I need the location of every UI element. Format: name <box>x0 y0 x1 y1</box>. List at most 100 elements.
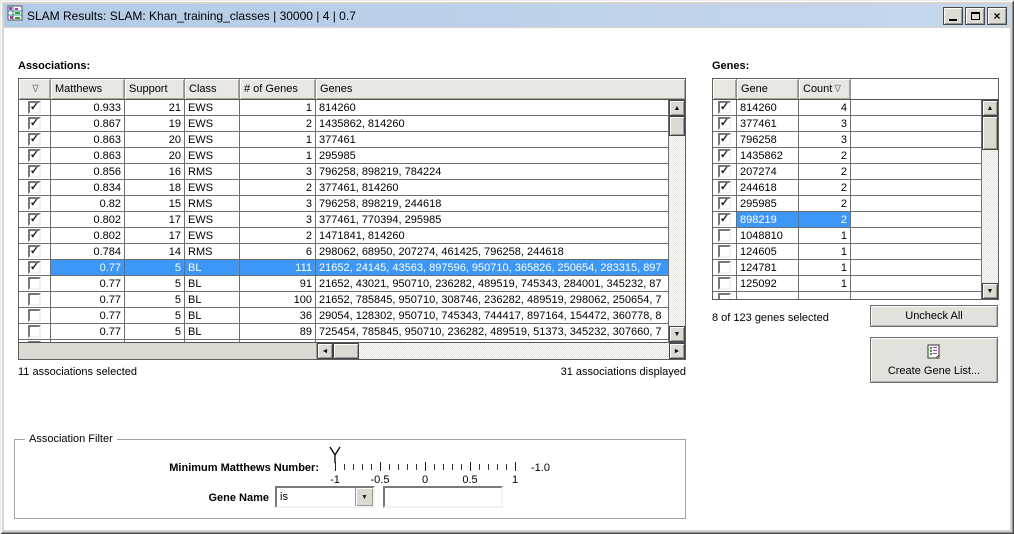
row-select-cell[interactable]: ✓ <box>19 132 51 147</box>
association-row[interactable]: 0.77 5 BL 91 21652, 43021, 950710, 236282, 4… <box>19 276 668 292</box>
row-select-cell[interactable] <box>713 260 737 275</box>
association-row[interactable]: 0.77 5 BL 36 29054, 128302, 950710, 745343, … <box>19 308 668 324</box>
create-gene-list-button[interactable]: Create Gene List... <box>870 337 998 383</box>
row-checkbox[interactable]: ✓ <box>718 133 731 146</box>
association-row[interactable]: ✓ 0.933 21 EWS 1 814260 <box>19 100 668 116</box>
row-checkbox[interactable] <box>718 229 731 242</box>
row-checkbox[interactable]: ✓ <box>28 149 41 162</box>
matthews-column-header[interactable]: Matthews <box>51 79 125 99</box>
row-checkbox[interactable]: ✓ <box>28 229 41 242</box>
row-checkbox[interactable] <box>718 277 731 290</box>
row-checkbox[interactable]: ✓ <box>28 261 41 274</box>
row-checkbox[interactable]: ✓ <box>718 149 731 162</box>
title-bar[interactable]: SLAM Results: SLAM: Khan_training_classe… <box>4 4 1010 27</box>
association-row[interactable]: ✓ 0.863 20 EWS 1 295985 <box>19 148 668 164</box>
row-select-cell[interactable]: ✓ <box>19 260 51 275</box>
row-checkbox[interactable]: ✓ <box>28 197 41 210</box>
genes-column-header[interactable]: Genes <box>316 79 685 99</box>
row-checkbox[interactable] <box>28 309 41 322</box>
row-checkbox[interactable]: ✓ <box>718 165 731 178</box>
gene-row[interactable]: ✓ 814260 4 <box>713 100 981 116</box>
row-checkbox[interactable]: ✓ <box>28 245 41 258</box>
row-checkbox[interactable] <box>718 293 731 299</box>
row-checkbox[interactable]: ✓ <box>28 133 41 146</box>
associations-vscroll-track[interactable] <box>669 136 685 326</box>
scroll-down-button[interactable]: ▼ <box>669 326 685 342</box>
row-select-cell[interactable] <box>19 292 51 307</box>
row-select-cell[interactable]: ✓ <box>19 180 51 195</box>
gene-row[interactable]: 125092 1 <box>713 276 981 292</box>
row-checkbox[interactable]: ✓ <box>28 181 41 194</box>
support-column-header[interactable]: Support <box>125 79 185 99</box>
count-column-header[interactable]: Count ∇ <box>799 79 851 99</box>
row-checkbox[interactable]: ✓ <box>718 181 731 194</box>
gene-row[interactable]: 1048810 1 <box>713 228 981 244</box>
row-select-cell[interactable]: ✓ <box>19 100 51 115</box>
row-select-cell[interactable]: ✓ <box>19 164 51 179</box>
row-checkbox[interactable] <box>28 277 41 290</box>
gene-row[interactable]: ✓ 796258 3 <box>713 132 981 148</box>
row-checkbox[interactable]: ✓ <box>28 213 41 226</box>
gene-row[interactable]: 124781 1 <box>713 260 981 276</box>
association-row[interactable]: ✓ 0.856 16 RMS 3 796258, 898219, 784224 <box>19 164 668 180</box>
row-select-cell[interactable]: ✓ <box>19 212 51 227</box>
row-checkbox[interactable]: ✓ <box>28 165 41 178</box>
row-select-cell[interactable] <box>713 276 737 291</box>
association-row[interactable]: ✓ 0.82 15 RMS 3 796258, 898219, 244618 <box>19 196 668 212</box>
association-row[interactable]: ✓ 0.77 5 BL 111 21652, 24145, 43563, 897596, … <box>19 260 668 276</box>
row-select-cell[interactable]: ✓ <box>19 196 51 211</box>
uncheck-all-button[interactable]: Uncheck All <box>870 305 998 327</box>
row-select-cell[interactable]: ✓ <box>713 148 737 163</box>
row-select-cell[interactable] <box>19 308 51 323</box>
gene-row[interactable]: ✓ 1435862 2 <box>713 148 981 164</box>
gene-row[interactable]: ✓ 244618 2 <box>713 180 981 196</box>
row-checkbox[interactable]: ✓ <box>718 213 731 226</box>
row-checkbox[interactable]: ✓ <box>718 197 731 210</box>
genes-vertical-scrollbar[interactable]: ▲ ▼ <box>981 100 998 299</box>
gene-row[interactable]: 124605 1 <box>713 244 981 260</box>
row-select-cell[interactable]: ✓ <box>713 116 737 131</box>
gene-row[interactable]: ✓ 377461 3 <box>713 116 981 132</box>
gene-row[interactable]: ✓ 207274 2 <box>713 164 981 180</box>
association-row[interactable]: ✓ 0.784 14 RMS 6 298062, 68950, 207274, 46142… <box>19 244 668 260</box>
association-row[interactable]: ✓ 0.802 17 EWS 3 377461, 770394, 295985 <box>19 212 668 228</box>
row-select-cell[interactable]: ✓ <box>713 164 737 179</box>
row-checkbox[interactable] <box>718 245 731 258</box>
association-row[interactable]: ✓ 0.834 18 EWS 2 377461, 814260 <box>19 180 668 196</box>
genes-vscroll-thumb[interactable] <box>982 116 998 150</box>
genes-vscroll-track[interactable] <box>982 150 998 283</box>
associations-hscroll-thumb[interactable] <box>333 343 359 359</box>
scroll-right-button[interactable]: ► <box>669 343 685 359</box>
association-row[interactable]: ✓ 0.867 19 EWS 2 1435862, 814260 <box>19 116 668 132</box>
gene-name-input[interactable] <box>383 486 503 508</box>
class-column-header[interactable]: Class <box>185 79 240 99</box>
genes-scroll-down-button[interactable]: ▼ <box>982 283 998 299</box>
associations-hscroll-track[interactable] <box>359 343 669 359</box>
associations-vertical-scrollbar[interactable]: ▲ ▼ <box>668 100 685 342</box>
genes-scroll-up-button[interactable]: ▲ <box>982 100 998 116</box>
row-select-cell[interactable]: ✓ <box>19 148 51 163</box>
association-row[interactable]: 0.77 5 BL 89 725454, 785845, 950710, 236282,… <box>19 324 668 340</box>
row-checkbox[interactable] <box>28 325 41 338</box>
maximize-button[interactable] <box>965 6 985 25</box>
row-select-cell[interactable]: ✓ <box>19 244 51 259</box>
num-genes-column-header[interactable]: # of Genes <box>240 79 316 99</box>
row-select-cell[interactable] <box>19 324 51 339</box>
gene-name-operator-select[interactable]: is ▼ <box>275 486 375 508</box>
row-select-cell[interactable] <box>19 276 51 291</box>
row-checkbox[interactable]: ✓ <box>718 117 731 130</box>
row-select-cell[interactable]: ✓ <box>19 228 51 243</box>
row-select-cell[interactable]: ✓ <box>713 100 737 115</box>
gene-column-header[interactable]: Gene <box>737 79 799 99</box>
gene-row[interactable] <box>713 292 981 299</box>
scroll-left-button[interactable]: ◄ <box>317 343 333 359</box>
minimize-button[interactable] <box>943 6 963 25</box>
close-button[interactable]: × <box>987 6 1007 25</box>
row-select-cell[interactable]: ✓ <box>713 212 737 227</box>
row-checkbox[interactable]: ✓ <box>718 101 731 114</box>
row-select-cell[interactable]: ✓ <box>19 116 51 131</box>
gene-row[interactable]: ✓ 295985 2 <box>713 196 981 212</box>
gene-row[interactable]: ✓ 898219 2 <box>713 212 981 228</box>
gene-select-column-header[interactable] <box>713 79 737 99</box>
row-checkbox[interactable]: ✓ <box>28 101 41 114</box>
